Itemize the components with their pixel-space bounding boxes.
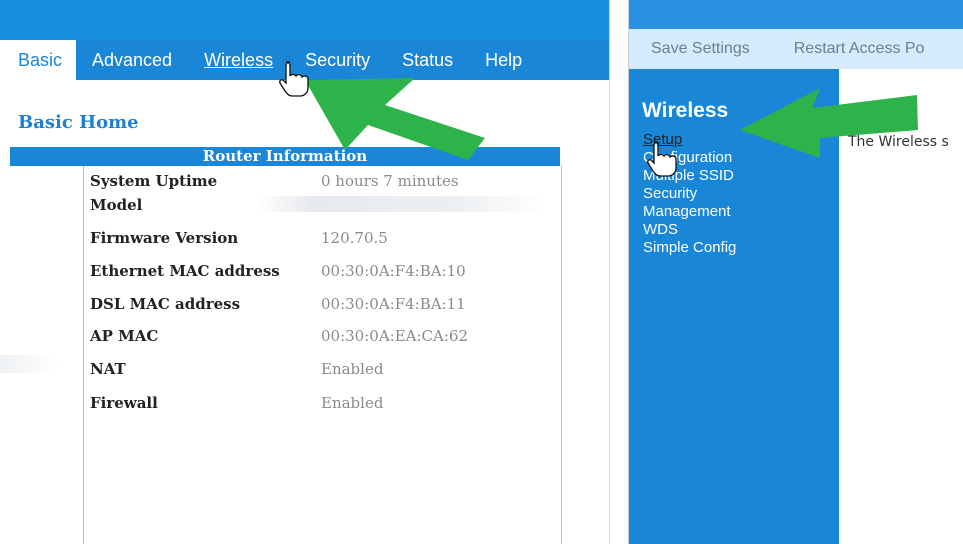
router-information-header: Router Information bbox=[10, 147, 560, 166]
info-key: Model bbox=[90, 196, 143, 214]
info-value: Enabled bbox=[321, 360, 384, 378]
info-value: Enabled bbox=[321, 394, 384, 412]
redacted-model-value bbox=[256, 196, 546, 212]
wireless-description-text: The Wireless s bbox=[848, 134, 949, 150]
sidebar-item-management[interactable]: Management bbox=[643, 203, 736, 221]
tab-status[interactable]: Status bbox=[386, 40, 469, 80]
restart-access-point-button[interactable]: Restart Access Po bbox=[750, 29, 925, 69]
main-tabs: Basic Advanced Wireless Security Status … bbox=[0, 40, 609, 80]
sidebar-item-setup[interactable]: Setup bbox=[643, 131, 736, 149]
tab-security[interactable]: Security bbox=[289, 40, 386, 80]
info-key: DSL MAC address bbox=[90, 295, 241, 313]
info-value: 120.70.5 bbox=[321, 229, 388, 247]
header-bar bbox=[629, 0, 963, 29]
info-value: 0 hours 7 minutes bbox=[321, 172, 459, 190]
sidebar-title: Wireless bbox=[642, 99, 729, 122]
tab-basic[interactable]: Basic bbox=[0, 40, 76, 80]
sidebar-item-multiple-ssid[interactable]: Multiple SSID bbox=[643, 167, 736, 185]
sidebar-menu: Setup Configuration Multiple SSID Securi… bbox=[643, 131, 736, 257]
toolbar: Save Settings Restart Access Po bbox=[629, 29, 963, 69]
tab-help[interactable]: Help bbox=[469, 40, 538, 80]
info-value: 00:30:0A:F4:BA:11 bbox=[321, 295, 466, 313]
info-key: AP MAC bbox=[90, 327, 159, 345]
info-key: NAT bbox=[90, 360, 126, 378]
info-key: Firewall bbox=[90, 394, 158, 412]
router-basic-panel: Basic Advanced Wireless Security Status … bbox=[0, 0, 610, 544]
sidebar-item-wds[interactable]: WDS bbox=[643, 221, 736, 239]
wireless-setup-panel: Save Settings Restart Access Po Wireless… bbox=[628, 0, 963, 544]
sidebar-item-simple-config[interactable]: Simple Config bbox=[643, 239, 736, 257]
page-title: Basic Home bbox=[18, 112, 139, 133]
sidebar-item-security[interactable]: Security bbox=[643, 185, 736, 203]
info-value: 00:30:0A:F4:BA:10 bbox=[321, 262, 466, 280]
wireless-sidebar: Wireless Setup Configuration Multiple SS… bbox=[629, 69, 839, 544]
tab-advanced[interactable]: Advanced bbox=[76, 40, 188, 80]
save-settings-button[interactable]: Save Settings bbox=[629, 29, 750, 69]
sidebar-item-configuration[interactable]: Configuration bbox=[643, 149, 736, 167]
info-key: Firmware Version bbox=[90, 229, 239, 247]
blurred-region bbox=[0, 355, 60, 373]
tab-wireless[interactable]: Wireless bbox=[188, 40, 289, 80]
info-key: Ethernet MAC address bbox=[90, 262, 280, 280]
info-value: 00:30:0A:EA:CA:62 bbox=[321, 327, 468, 345]
header-bar bbox=[0, 0, 609, 40]
router-information-box bbox=[83, 166, 562, 544]
info-key: System Uptime bbox=[90, 172, 218, 190]
